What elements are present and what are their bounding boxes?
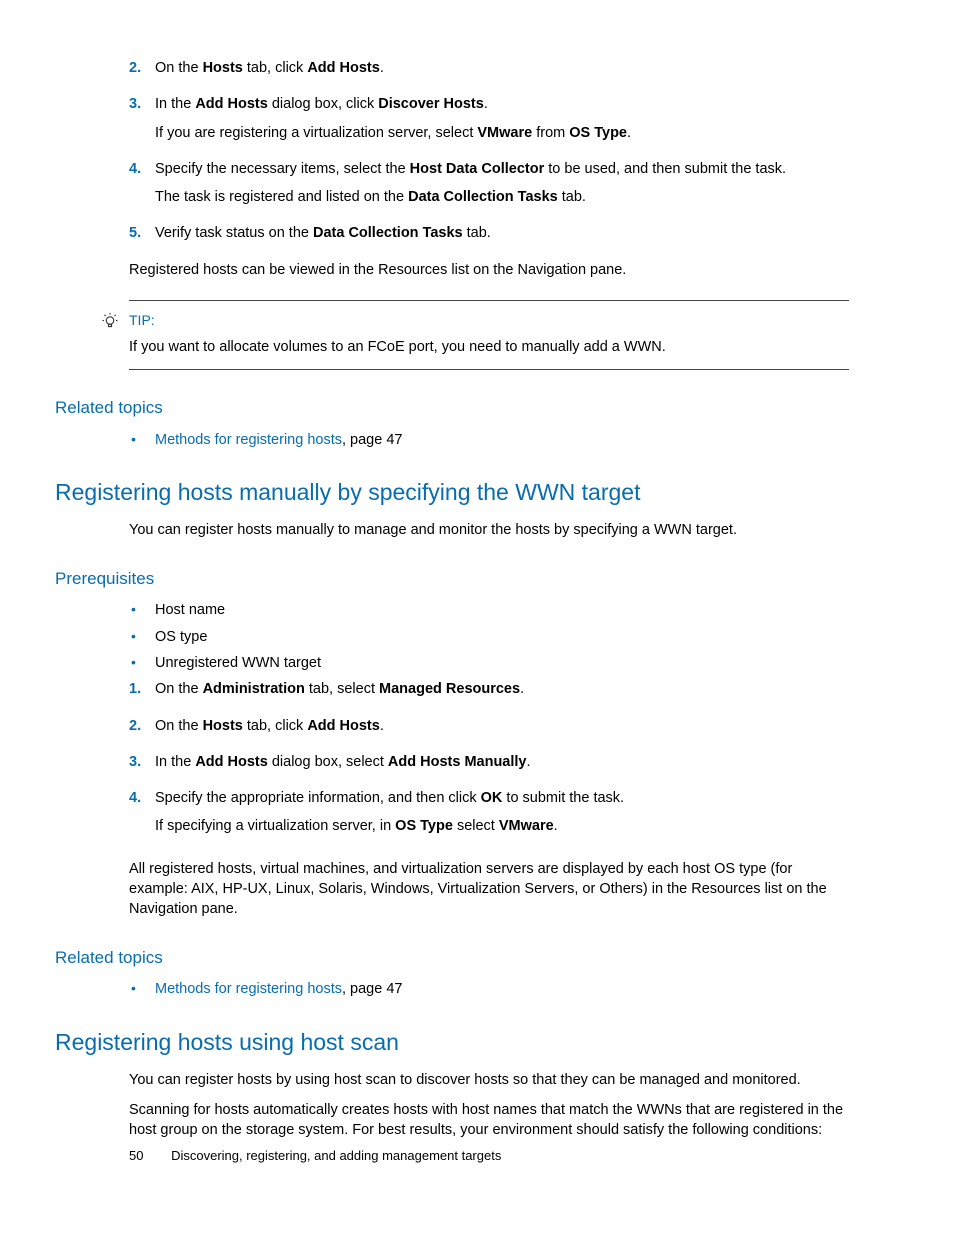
related-topics-list: • Methods for registering hosts, page 47 [129, 430, 849, 450]
list-content: Specify the appropriate information, and… [155, 788, 849, 845]
section-heading-wwn: Registering hosts manually by specifying… [55, 476, 849, 508]
bullet-icon: • [129, 430, 155, 450]
hostscan-p1: You can register hosts by using host sca… [129, 1070, 849, 1090]
list-item: 5.Verify task status on the Data Collect… [129, 223, 849, 251]
post-steps2-paragraph: All registered hosts, virtual machines, … [129, 859, 849, 920]
list-subtext: The task is registered and listed on the… [155, 187, 849, 207]
bullet-text: Host name [155, 600, 225, 620]
bullet-icon: • [129, 653, 155, 673]
list-content: On the Administration tab, select Manage… [155, 679, 849, 707]
tip-text: If you want to allocate volumes to an FC… [129, 337, 849, 357]
prerequisites-heading: Prerequisites [55, 567, 849, 591]
list-content: Specify the necessary items, select the … [155, 159, 849, 216]
page-number: 50 [129, 1148, 143, 1163]
list-item: 2.On the Hosts tab, click Add Hosts. [129, 716, 849, 744]
tip-block: TIP: If you want to allocate volumes to … [129, 300, 849, 370]
list-subtext: If specifying a virtualization server, i… [155, 816, 849, 836]
list-text: On the Hosts tab, click Add Hosts. [155, 58, 849, 78]
list-text: Specify the appropriate information, and… [155, 788, 849, 808]
bullet-text: Unregistered WWN target [155, 653, 321, 673]
list-number: 3. [129, 94, 155, 151]
list-text: In the Add Hosts dialog box, click Disco… [155, 94, 849, 114]
related-link-item: Methods for registering hosts, page 47 [155, 430, 402, 450]
hostscan-p2: Scanning for hosts automatically creates… [129, 1100, 849, 1141]
bullet-text: OS type [155, 627, 207, 647]
list-number: 4. [129, 788, 155, 845]
list-number: 2. [129, 716, 155, 744]
list-item: •Host name [129, 600, 849, 620]
list-subtext: If you are registering a virtualization … [155, 123, 849, 143]
bullet-icon: • [129, 600, 155, 620]
ordered-list-2: 1.On the Administration tab, select Mana… [129, 679, 849, 844]
related-link[interactable]: Methods for registering hosts [155, 981, 342, 997]
list-item: 4.Specify the necessary items, select th… [129, 159, 849, 216]
list-item: 3.In the Add Hosts dialog box, select Ad… [129, 752, 849, 780]
list-text: On the Hosts tab, click Add Hosts. [155, 716, 849, 736]
tip-label: TIP: [129, 311, 849, 331]
related-topics-heading-2: Related topics [55, 946, 849, 970]
list-item: •Unregistered WWN target [129, 653, 849, 673]
list-content: On the Hosts tab, click Add Hosts. [155, 716, 849, 744]
page-footer: 50 Discovering, registering, and adding … [129, 1147, 501, 1165]
ordered-list-1: 2.On the Hosts tab, click Add Hosts.3.In… [129, 58, 849, 252]
related-link-suffix: , page 47 [342, 981, 402, 997]
list-content: Verify task status on the Data Collectio… [155, 223, 849, 251]
list-number: 1. [129, 679, 155, 707]
list-item: 3.In the Add Hosts dialog box, click Dis… [129, 94, 849, 151]
list-text: On the Administration tab, select Manage… [155, 679, 849, 699]
list-content: In the Add Hosts dialog box, click Disco… [155, 94, 849, 151]
bullet-icon: • [129, 627, 155, 647]
section-intro: You can register hosts manually to manag… [129, 520, 849, 540]
list-text: In the Add Hosts dialog box, select Add … [155, 752, 849, 772]
list-item: 4.Specify the appropriate information, a… [129, 788, 849, 845]
list-item: 1.On the Administration tab, select Mana… [129, 679, 849, 707]
prereq-list: •Host name•OS type•Unregistered WWN targ… [129, 600, 849, 673]
related-link-item: Methods for registering hosts, page 47 [155, 979, 402, 999]
tip-lightbulb-icon [101, 311, 125, 331]
list-content: In the Add Hosts dialog box, select Add … [155, 752, 849, 780]
section-heading-hostscan: Registering hosts using host scan [55, 1026, 849, 1058]
list-number: 3. [129, 752, 155, 780]
list-text: Verify task status on the Data Collectio… [155, 223, 849, 243]
list-content: On the Hosts tab, click Add Hosts. [155, 58, 849, 86]
post-steps-paragraph: Registered hosts can be viewed in the Re… [129, 260, 849, 280]
bullet-icon: • [129, 979, 155, 999]
related-topics-heading: Related topics [55, 396, 849, 420]
list-number: 4. [129, 159, 155, 216]
related-topics-list-2: • Methods for registering hosts, page 47 [129, 979, 849, 999]
list-number: 2. [129, 58, 155, 86]
list-item: •OS type [129, 627, 849, 647]
list-item: 2.On the Hosts tab, click Add Hosts. [129, 58, 849, 86]
list-text: Specify the necessary items, select the … [155, 159, 849, 179]
list-number: 5. [129, 223, 155, 251]
related-link-suffix: , page 47 [342, 432, 402, 448]
related-link[interactable]: Methods for registering hosts [155, 432, 342, 448]
footer-title: Discovering, registering, and adding man… [171, 1148, 501, 1163]
